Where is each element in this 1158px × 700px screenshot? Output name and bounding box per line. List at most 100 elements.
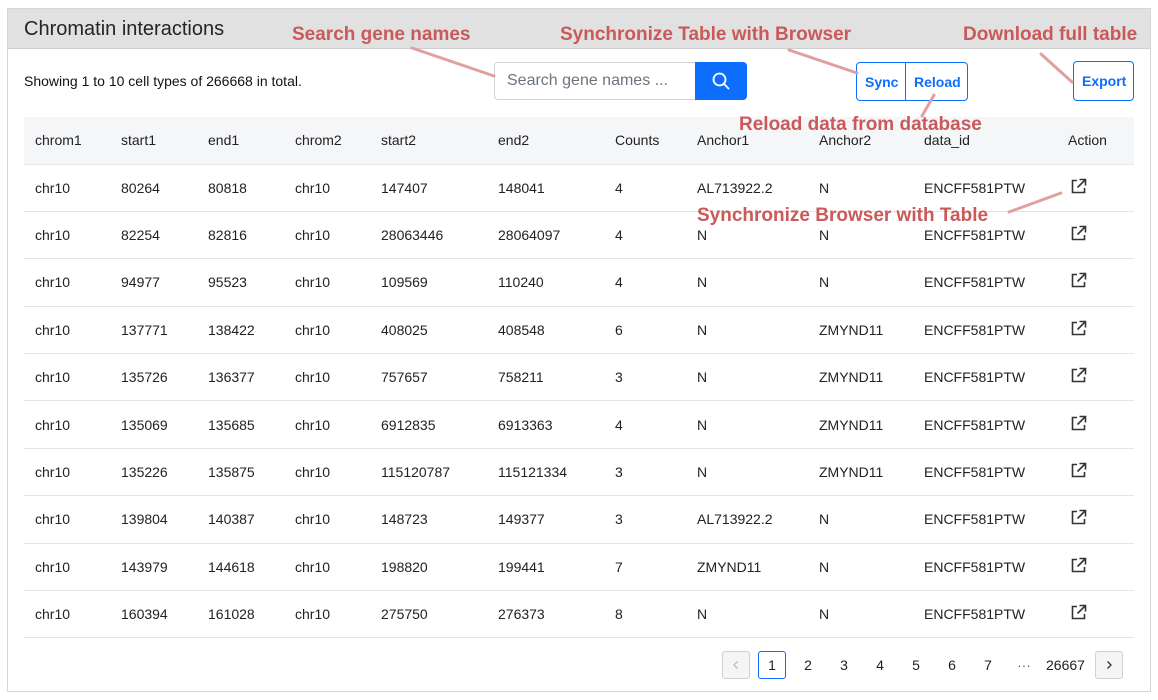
cell-start1: 160394: [110, 590, 197, 639]
external-link-icon[interactable]: [1070, 272, 1087, 292]
cell-chrom2: chr10: [284, 306, 370, 355]
external-link-icon[interactable]: [1070, 367, 1087, 387]
next-page-button[interactable]: [1094, 651, 1123, 679]
column-header-chrom2: chrom2: [284, 117, 370, 165]
page-button-2[interactable]: 2: [794, 651, 822, 679]
column-header-start2: start2: [370, 117, 487, 165]
table-row: chr10 143979 144618 chr10 198820 199441 7 ZMYND…: [24, 543, 1134, 592]
cell-start2: 198820: [370, 543, 487, 592]
search-input[interactable]: [494, 62, 695, 100]
cell-anchor2: ZMYND11: [808, 400, 913, 449]
cell-action: [1057, 543, 1134, 592]
page-button-last[interactable]: 26667: [1046, 651, 1085, 679]
cell-action: [1057, 353, 1134, 402]
page-ellipsis[interactable]: ···: [1010, 651, 1038, 679]
prev-page-button[interactable]: [722, 651, 750, 679]
external-link-icon[interactable]: [1070, 557, 1087, 577]
cell-counts: 6: [604, 306, 686, 355]
interactions-table: chrom1 start1 end1 chrom2 start2 end2 Counts An…: [24, 117, 1134, 639]
cell-counts: 7: [604, 543, 686, 592]
cell-anchor2: N: [808, 590, 913, 639]
search-bar: [494, 62, 747, 100]
external-link-icon[interactable]: [1070, 415, 1087, 435]
cell-chrom1: chr10: [24, 306, 110, 355]
cell-start1: 135069: [110, 400, 197, 449]
cell-anchor2: ZMYND11: [808, 306, 913, 355]
cell-counts: 3: [604, 353, 686, 402]
sync-reload-group: Sync Reload: [856, 62, 968, 101]
external-link-icon[interactable]: [1070, 509, 1087, 529]
page-button-5[interactable]: 5: [902, 651, 930, 679]
cell-anchor1: AL713922.2: [686, 495, 808, 544]
cell-chrom2: chr10: [284, 495, 370, 544]
cell-chrom2: chr10: [284, 258, 370, 307]
cell-anchor2: ZMYND11: [808, 448, 913, 497]
cell-end2: 6913363: [487, 400, 604, 449]
cell-end2: 115121334: [487, 448, 604, 497]
annotation-action: Synchronize Browser with Table: [697, 205, 989, 226]
table-row: chr10 135726 136377 chr10 757657 758211 3 N ZMYN…: [24, 353, 1134, 402]
table-summary: Showing 1 to 10 cell types of 266668 in …: [24, 73, 302, 89]
page-button-7[interactable]: 7: [974, 651, 1002, 679]
page-button-3[interactable]: 3: [830, 651, 858, 679]
cell-counts: 4: [604, 211, 686, 260]
cell-end1: 95523: [197, 258, 284, 307]
cell-end2: 276373: [487, 590, 604, 639]
annotation-export: Download full table: [963, 24, 1138, 45]
external-link-icon[interactable]: [1070, 462, 1087, 482]
cell-data_id: ENCFF581PTW: [913, 306, 1057, 355]
cell-end2: 28064097: [487, 211, 604, 260]
column-header-chrom1: chrom1: [24, 117, 110, 165]
cell-counts: 4: [604, 258, 686, 307]
external-link-icon[interactable]: [1070, 604, 1087, 624]
column-header-counts: Counts: [604, 117, 686, 165]
cell-end1: 135685: [197, 400, 284, 449]
cell-chrom2: chr10: [284, 590, 370, 639]
cell-anchor1: N: [686, 306, 808, 355]
column-header-end1: end1: [197, 117, 284, 165]
cell-chrom1: chr10: [24, 448, 110, 497]
table-row: chr10 135069 135685 chr10 6912835 6913363 4 N ZM…: [24, 400, 1134, 449]
cell-data_id: ENCFF581PTW: [913, 448, 1057, 497]
cell-start1: 135226: [110, 448, 197, 497]
cell-counts: 3: [604, 495, 686, 544]
external-link-icon[interactable]: [1070, 178, 1087, 198]
cell-anchor1: N: [686, 400, 808, 449]
cell-end1: 161028: [197, 590, 284, 639]
page-button-4[interactable]: 4: [866, 651, 894, 679]
cell-anchor2: N: [808, 495, 913, 544]
cell-counts: 3: [604, 448, 686, 497]
cell-data_id: ENCFF581PTW: [913, 495, 1057, 544]
cell-start2: 147407: [370, 164, 487, 212]
search-button[interactable]: [695, 62, 747, 100]
cell-data_id: ENCFF581PTW: [913, 258, 1057, 307]
cell-end1: 135875: [197, 448, 284, 497]
cell-anchor2: N: [808, 543, 913, 592]
cell-data_id: ENCFF581PTW: [913, 590, 1057, 639]
external-link-icon[interactable]: [1070, 320, 1087, 340]
cell-end1: 140387: [197, 495, 284, 544]
cell-chrom2: chr10: [284, 164, 370, 212]
cell-chrom2: chr10: [284, 543, 370, 592]
cell-end1: 80818: [197, 164, 284, 212]
cell-chrom2: chr10: [284, 400, 370, 449]
chevron-right-icon: [1106, 661, 1112, 669]
table-row: chr10 137771 138422 chr10 408025 408548 6 N ZMYN…: [24, 306, 1134, 355]
cell-chrom1: chr10: [24, 353, 110, 402]
page-button-1[interactable]: 1: [758, 651, 786, 679]
cell-start2: 109569: [370, 258, 487, 307]
page-button-6[interactable]: 6: [938, 651, 966, 679]
cell-action: [1057, 211, 1134, 260]
sync-button[interactable]: Sync: [856, 62, 906, 101]
cell-start2: 148723: [370, 495, 487, 544]
export-button[interactable]: Export: [1073, 61, 1134, 101]
column-header-action: Action: [1057, 117, 1134, 165]
cell-chrom1: chr10: [24, 258, 110, 307]
table-row: chr10 94977 95523 chr10 109569 110240 4 N N ENCFF…: [24, 258, 1134, 307]
table-row: chr10 139804 140387 chr10 148723 149377 3 AL713…: [24, 495, 1134, 544]
reload-button[interactable]: Reload: [905, 62, 968, 101]
external-link-icon[interactable]: [1070, 225, 1087, 245]
table-body: chr10 80264 80818 chr10 147407 148041 4 AL71392…: [24, 164, 1134, 639]
cell-start2: 408025: [370, 306, 487, 355]
cell-chrom2: chr10: [284, 211, 370, 260]
